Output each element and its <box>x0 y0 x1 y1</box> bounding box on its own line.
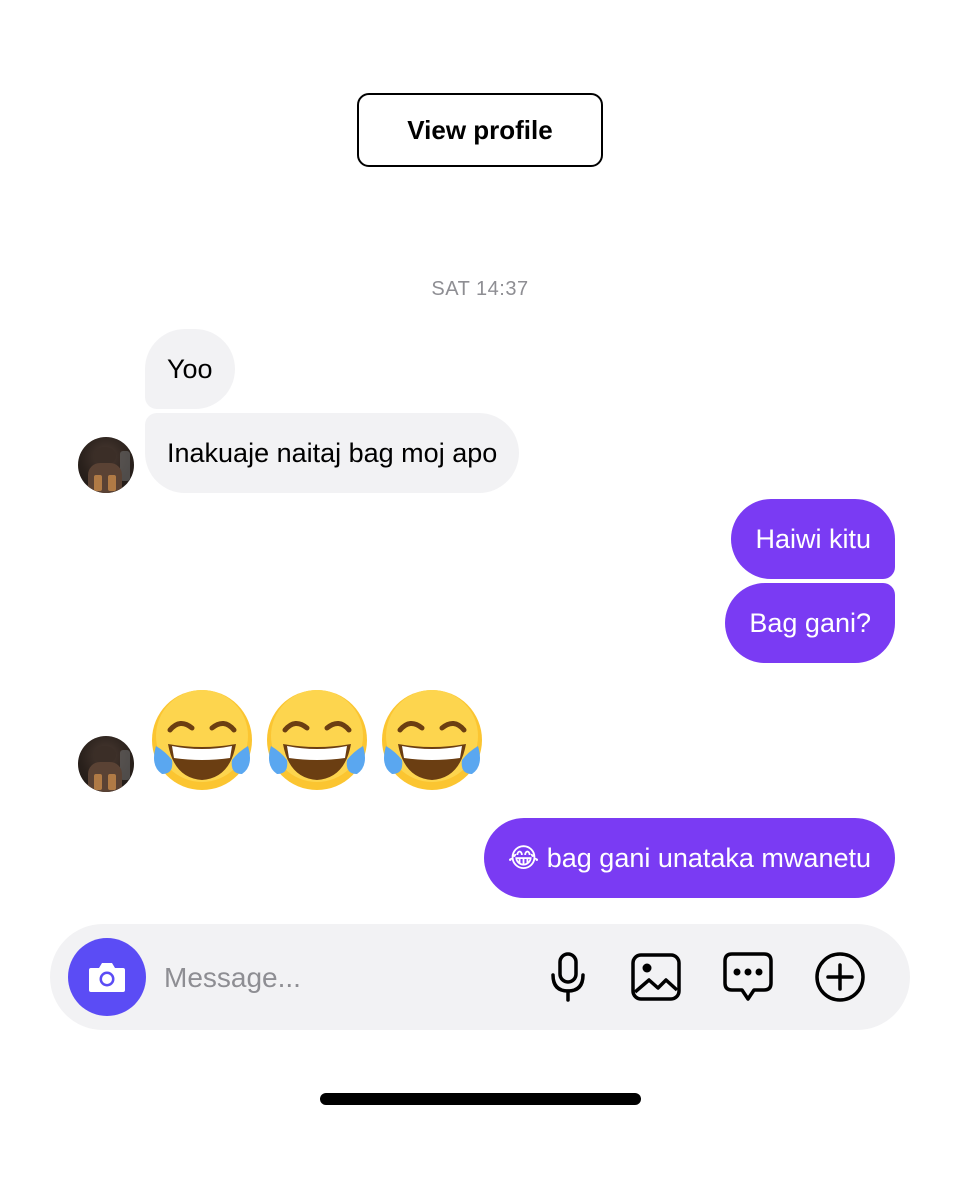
home-indicator[interactable] <box>320 1093 641 1105</box>
message-bubble-incoming[interactable]: Yoo <box>145 329 235 409</box>
gallery-button[interactable] <box>626 947 686 1007</box>
sticker-button[interactable] <box>718 947 778 1007</box>
voice-message-button[interactable] <box>538 947 598 1007</box>
camera-button[interactable] <box>68 938 146 1016</box>
message-composer <box>50 924 910 1030</box>
tears-of-joy-emoji-icon <box>152 690 252 790</box>
more-options-button[interactable] <box>810 947 870 1007</box>
message-timestamp: SAT 14:37 <box>431 278 529 300</box>
microphone-icon <box>551 952 585 1002</box>
message-bubble-outgoing[interactable]: 😂 bag gani unataka mwanetu <box>483 818 895 898</box>
message-text: 😂 bag gani unataka mwanetu <box>507 842 871 873</box>
message-text: Haiwi kitu <box>755 523 871 554</box>
message-input[interactable] <box>162 950 526 1006</box>
gallery-icon <box>631 953 681 1001</box>
message-bubble-outgoing[interactable]: Haiwi kitu <box>731 499 895 579</box>
sender-avatar[interactable] <box>78 437 134 493</box>
camera-icon <box>89 963 125 992</box>
message-text: Inakuaje naitaj bag moj apo <box>167 437 498 468</box>
view-profile-button[interactable]: View profile <box>357 93 603 167</box>
emoji-message[interactable] <box>148 686 493 796</box>
message-text: Yoo <box>167 353 213 384</box>
message-bubble-incoming[interactable]: Inakuaje naitaj bag moj apo <box>145 413 520 493</box>
tears-of-joy-emoji-icon <box>267 690 367 790</box>
view-profile-label: View profile <box>407 114 553 145</box>
sender-avatar[interactable] <box>78 736 134 792</box>
tears-of-joy-emoji-icon <box>382 690 482 790</box>
plus-icon <box>815 952 865 1002</box>
message-text: Bag gani? <box>749 607 871 638</box>
sticker-icon <box>723 952 773 1001</box>
message-bubble-outgoing[interactable]: Bag gani? <box>725 583 895 663</box>
